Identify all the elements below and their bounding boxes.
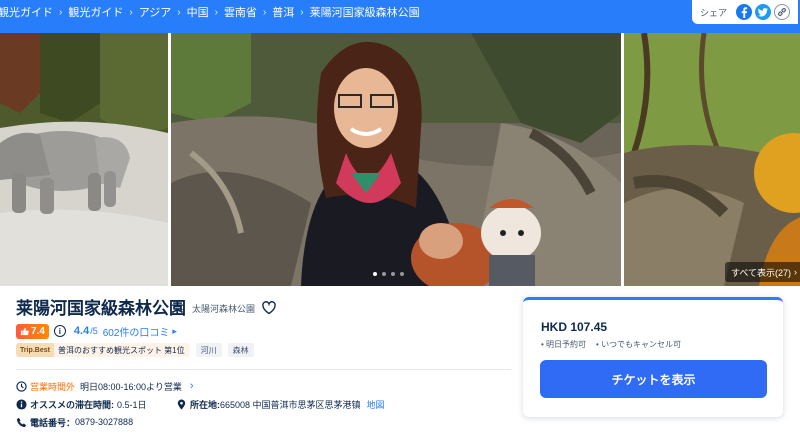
- chevron-right-icon: ›: [794, 267, 798, 277]
- stay-label: オススメの滞在時間:: [30, 399, 114, 410]
- breadcrumb-item-current: 莱陽河国家級森林公園: [309, 7, 420, 19]
- hot-score: 7.4: [31, 325, 45, 337]
- gallery-dots: [373, 272, 404, 276]
- address: 所在地: 665008 中国普洱市思茅区思茅港镇 地図: [176, 397, 385, 411]
- breadcrumb-item-china[interactable]: 中国: [187, 4, 209, 20]
- clock-icon: [16, 380, 27, 392]
- phone-label: 電話番号：: [30, 417, 76, 428]
- hot-score-badge: 7.4: [16, 323, 49, 339]
- breadcrumb-item-yunnan[interactable]: 雲南省: [224, 4, 257, 20]
- hours-status: 営業時間外: [30, 381, 76, 392]
- link-icon[interactable]: [774, 4, 791, 20]
- gallery-dot[interactable]: [400, 272, 404, 276]
- gallery-dot[interactable]: [391, 272, 395, 276]
- divider: [16, 369, 511, 370]
- view-all-label: すべて表示(27): [731, 267, 792, 278]
- twitter-icon[interactable]: [755, 4, 772, 20]
- address-value: 665008 中国普洱市思茅区思茅港镇: [220, 399, 361, 410]
- gallery-photo-forest[interactable]: すべて表示(27) ›: [624, 33, 800, 286]
- perk-item: • 明日予約可: [541, 340, 587, 349]
- breadcrumb-item-asia[interactable]: アジア: [139, 4, 172, 20]
- rating-max: /5: [90, 326, 98, 336]
- opening-hours: 営業時間外 明日08:00-16:00より営業 ›: [16, 379, 194, 393]
- breadcrumb-item-guide-cut[interactable]: 観光ガイド: [0, 4, 53, 20]
- gallery-dot[interactable]: [382, 272, 386, 276]
- stay-value: 0.5-1日: [117, 399, 147, 410]
- chevron-right-icon: ›: [59, 6, 63, 18]
- breadcrumb-item-guide[interactable]: 観光ガイド: [68, 4, 123, 20]
- location-pin-icon: [177, 399, 186, 410]
- chevron-right-icon: ›: [214, 6, 218, 18]
- chevron-right-icon[interactable]: ›: [190, 380, 194, 392]
- view-all-photos-button[interactable]: すべて表示(27) ›: [725, 262, 800, 282]
- gallery-photo-main[interactable]: [171, 33, 621, 286]
- map-link[interactable]: 地図: [367, 398, 385, 411]
- address-label: 所在地:: [190, 399, 220, 410]
- chevron-right-icon: ▸: [172, 325, 177, 336]
- heart-icon[interactable]: [261, 300, 277, 316]
- rating-row: 7.4 i 4.4 /5 602件の口コミ ▸: [16, 323, 177, 339]
- chevron-right-icon: ›: [129, 6, 133, 18]
- recommended-stay: オススメの滞在時間: 0.5-1日: [16, 397, 147, 411]
- tag-river: 河川: [195, 343, 222, 357]
- phone: 電話番号： 0879-3027888: [16, 415, 133, 429]
- rating-score: 4.4: [73, 325, 90, 337]
- trip-best-logo: Trip.Best: [16, 343, 54, 357]
- hours-value: 明日08:00-16:00より営業: [80, 381, 182, 392]
- gallery-photo-rhino[interactable]: [0, 33, 168, 286]
- attraction-info: 莱陽河国家級森林公園 太陽河森林公園 7.4 i 4.4 /5 602件の口コミ…: [16, 295, 516, 428]
- page-title: 莱陽河国家級森林公園: [16, 299, 186, 318]
- ticket-card: HKD 107.45 • 明日予約可 • いつでもキャンセル可 チケットを表示: [523, 297, 783, 417]
- top-bar: 観光ガイド › 観光ガイド › アジア › 中国 › 雲南省 › 普洱 › 莱陽…: [0, 0, 800, 33]
- view-tickets-button[interactable]: チケットを表示: [540, 360, 767, 398]
- photo-gallery: すべて表示(27) ›: [0, 33, 800, 286]
- phone-value: 0879-3027888: [75, 417, 134, 427]
- tag-forest: 森林: [227, 343, 254, 357]
- perk-next-day: 明日予約可: [546, 340, 587, 349]
- chevron-right-icon: ›: [262, 6, 267, 18]
- chevron-right-icon: ›: [177, 6, 181, 18]
- share-label: シェア: [700, 7, 728, 18]
- facebook-icon[interactable]: [736, 4, 753, 20]
- gallery-dot[interactable]: [373, 272, 377, 276]
- trip-best-badge[interactable]: Trip.Best 普洱のおすすめ観光スポット 第1位: [16, 343, 190, 357]
- perk-free-cancel: いつでもキャンセル可: [601, 340, 682, 349]
- trip-best-text: 普洱のおすすめ観光スポット 第1位: [57, 345, 185, 355]
- tags-row: Trip.Best 普洱のおすすめ観光スポット 第1位 河川 森林: [16, 342, 254, 358]
- perk-item: • いつでもキャンセル可: [596, 340, 682, 349]
- breadcrumb: 観光ガイド › 観光ガイド › アジア › 中国 › 雲南省 › 普洱 › 莱陽…: [0, 0, 420, 24]
- phone-icon: [16, 417, 27, 427]
- ticket-price: HKD 107.45: [541, 320, 608, 334]
- info-icon[interactable]: i: [53, 325, 66, 337]
- info-circle-icon: [16, 398, 27, 410]
- reviews-link[interactable]: 602件の口コミ: [103, 324, 170, 339]
- ticket-perks: • 明日予約可 • いつでもキャンセル可: [541, 339, 681, 350]
- thumbs-up-icon: [20, 327, 29, 335]
- alt-name: 太陽河森林公園: [192, 304, 256, 314]
- chevron-right-icon: ›: [300, 6, 304, 18]
- breadcrumb-item-puer[interactable]: 普洱: [272, 4, 294, 20]
- share-box: シェア: [692, 0, 798, 24]
